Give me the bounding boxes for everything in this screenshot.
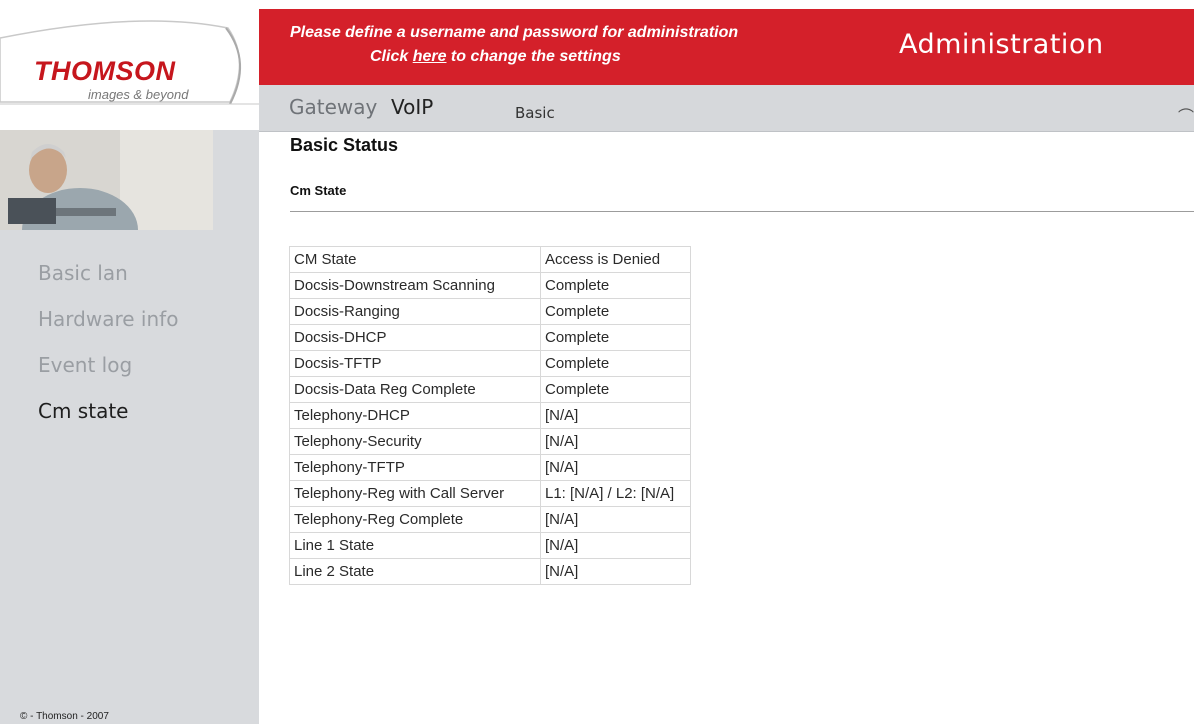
row-label: Telephony-Reg Complete: [289, 506, 541, 533]
row-value: Complete: [540, 376, 691, 403]
row-value: [N/A]: [540, 402, 691, 429]
row-value: Complete: [540, 350, 691, 377]
warning-line-1: Please define a username and password fo…: [290, 24, 739, 41]
row-label: Line 2 State: [289, 558, 541, 585]
row-value: [N/A]: [540, 506, 691, 533]
change-settings-link[interactable]: here: [413, 48, 447, 65]
table-row: Telephony-Reg with Call Server L1: [N/A] …: [289, 480, 691, 507]
row-label: CM State: [289, 246, 541, 273]
table-row: Telephony-DHCP [N/A]: [289, 402, 691, 429]
row-label: Telephony-Security: [289, 428, 541, 455]
sidebar-item-basic-lan[interactable]: Basic lan: [38, 258, 178, 304]
warning-line-2: Click here to change the settings: [290, 45, 850, 69]
refresh-icon[interactable]: ⌒: [1178, 103, 1194, 127]
page-section-title: Administration: [899, 29, 1104, 60]
table-row: Docsis-Data Reg Complete Complete: [289, 376, 691, 403]
section-title: Cm State: [290, 183, 347, 198]
row-label: Telephony-TFTP: [289, 454, 541, 481]
table-row: Docsis-Downstream Scanning Complete: [289, 272, 691, 299]
logo-area: THOMSON images & beyond: [0, 0, 259, 130]
sidebar-item-cm-state[interactable]: Cm state: [38, 396, 178, 442]
table-row: Telephony-Security [N/A]: [289, 428, 691, 455]
row-label: Telephony-DHCP: [289, 402, 541, 429]
row-value: [N/A]: [540, 558, 691, 585]
row-label: Docsis-Ranging: [289, 298, 541, 325]
top-menu-bar: Gateway VoIP Basic ⌒: [259, 85, 1194, 132]
row-label: Line 1 State: [289, 532, 541, 559]
table-row: Docsis-Ranging Complete: [289, 298, 691, 325]
row-label: Docsis-Data Reg Complete: [289, 376, 541, 403]
row-label: Docsis-DHCP: [289, 324, 541, 351]
user-photo: [0, 130, 213, 230]
row-value: Access is Denied: [540, 246, 691, 273]
cm-state-table: CM State Access is Denied Docsis-Downstre…: [289, 246, 691, 585]
brand-logo[interactable]: THOMSON: [34, 56, 176, 87]
sidebar-item-event-log[interactable]: Event log: [38, 350, 178, 396]
table-row: Telephony-Reg Complete [N/A]: [289, 506, 691, 533]
header-banner: Please define a username and password fo…: [259, 9, 1194, 85]
tab-gateway[interactable]: Gateway: [289, 95, 377, 119]
table-row: Telephony-TFTP [N/A]: [289, 454, 691, 481]
row-label: Docsis-Downstream Scanning: [289, 272, 541, 299]
tab-basic[interactable]: Basic: [515, 104, 555, 122]
brand-tagline: images & beyond: [88, 87, 189, 102]
row-value: [N/A]: [540, 532, 691, 559]
table-row: CM State Access is Denied: [289, 246, 691, 273]
row-value: [N/A]: [540, 454, 691, 481]
row-value: Complete: [540, 272, 691, 299]
section-divider: [290, 211, 1194, 212]
row-label: Telephony-Reg with Call Server: [289, 480, 541, 507]
row-label: Docsis-TFTP: [289, 350, 541, 377]
row-value: L1: [N/A] / L2: [N/A]: [540, 480, 691, 507]
warning-suffix: to change the settings: [446, 48, 621, 65]
table-row: Line 2 State [N/A]: [289, 558, 691, 585]
row-value: [N/A]: [540, 428, 691, 455]
copyright: © - Thomson - 2007: [20, 711, 109, 722]
table-row: Line 1 State [N/A]: [289, 532, 691, 559]
table-row: Docsis-DHCP Complete: [289, 324, 691, 351]
page-title: Basic Status: [290, 135, 399, 155]
table-row: Docsis-TFTP Complete: [289, 350, 691, 377]
admin-warning-message: Please define a username and password fo…: [290, 21, 850, 69]
tab-voip[interactable]: VoIP: [391, 95, 433, 119]
sidebar-item-hardware-info[interactable]: Hardware info: [38, 304, 178, 350]
row-value: Complete: [540, 298, 691, 325]
sidebar-nav: Basic lan Hardware info Event log Cm sta…: [38, 258, 178, 442]
sidebar: THOMSON images & beyond Basic lan Hardwa…: [0, 0, 259, 724]
row-value: Complete: [540, 324, 691, 351]
warning-prefix: Click: [370, 48, 413, 65]
